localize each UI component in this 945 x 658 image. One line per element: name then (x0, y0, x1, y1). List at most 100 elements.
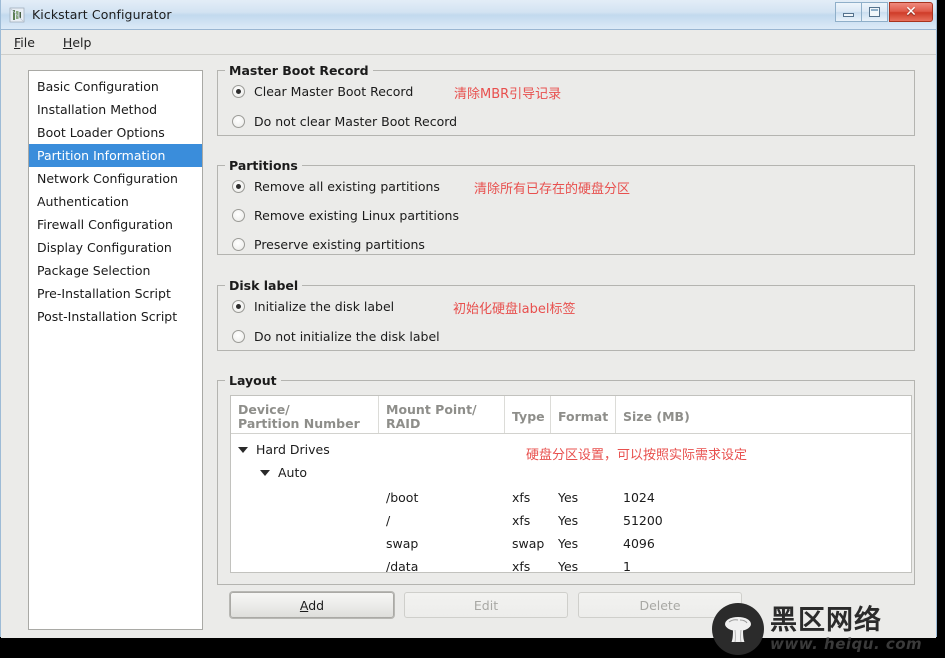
edit-button[interactable]: Edit (404, 592, 568, 618)
cell-type: xfs (512, 513, 531, 528)
radio-label: Preserve existing partitions (254, 236, 425, 252)
radio-label: Remove all existing partitions (254, 178, 440, 194)
watermark-url: www. heiqu. com (770, 634, 923, 653)
column-header-mount-line2: RAID (386, 415, 421, 431)
sidebar-item-boot-loader-options[interactable]: Boot Loader Options (29, 121, 202, 144)
radio-indicator (232, 299, 245, 313)
table-row[interactable]: Auto (231, 461, 911, 484)
expander-triangle-icon[interactable] (238, 446, 248, 453)
radio-label: Initialize the disk label (254, 298, 395, 314)
column-header-format[interactable]: Format (551, 396, 616, 433)
expander-triangle-icon[interactable] (260, 469, 270, 476)
master-boot-record-title: Master Boot Record (225, 63, 373, 78)
column-header-size[interactable]: Size (MB) (616, 396, 911, 433)
annotation-layout: 硬盘分区设置，可以按照实际需求设定 (526, 448, 748, 463)
annotation-disk-label: 初始化硬盘label标签 (453, 302, 576, 317)
radio-label: Do not clear Master Boot Record (254, 113, 458, 129)
minimize-button[interactable] (835, 2, 862, 22)
column-header-mount-point[interactable]: Mount Point/ RAID (379, 396, 505, 433)
disk-label-group: Disk label Initialize the disk label Do … (217, 278, 915, 351)
radio-indicator (232, 84, 245, 98)
sidebar-item-network-configuration[interactable]: Network Configuration (29, 167, 202, 190)
sidebar-item-firewall-configuration[interactable]: Firewall Configuration (29, 213, 202, 236)
cell-type: xfs (512, 490, 531, 505)
window-title: Kickstart Configurator (32, 7, 172, 22)
cell-mount: swap (386, 536, 419, 551)
column-header-format-label: Format (558, 408, 609, 424)
menu-help[interactable]: Help (60, 33, 95, 52)
column-header-mount-line1: Mount Point/ (386, 401, 477, 417)
annotation-mbr: 清除MBR引导记录 (454, 87, 562, 102)
sidebar-item-label: Partition Information (37, 148, 166, 163)
menu-bar: File Help (1, 30, 936, 55)
sidebar-item-installation-method[interactable]: Installation Method (29, 98, 202, 121)
window-controls: ✕ (835, 2, 933, 22)
annotation-partitions: 清除所有已存在的硬盘分区 (474, 182, 631, 197)
table-row[interactable]: /boot xfs Yes 1024 (231, 486, 911, 509)
cell-size: 4096 (623, 536, 655, 551)
application-window: Kickstart Configurator ✕ File Help Basic… (0, 0, 937, 638)
cell-format: Yes (558, 513, 579, 528)
column-header-device-line1: Device/ (238, 401, 290, 417)
cell-mount: / (386, 513, 391, 528)
cell-size: 1024 (623, 490, 655, 505)
sidebar-item-label: Network Configuration (37, 171, 178, 186)
sidebar-item-authentication[interactable]: Authentication (29, 190, 202, 213)
sidebar-item-label: Installation Method (37, 102, 158, 117)
sidebar-item-display-configuration[interactable]: Display Configuration (29, 236, 202, 259)
radio-preserve-partitions[interactable]: Preserve existing partitions (232, 233, 914, 255)
column-header-size-label: Size (MB) (623, 408, 690, 424)
sidebar-item-post-installation-script[interactable]: Post-Installation Script (29, 305, 202, 328)
section-list[interactable]: Basic Configuration Installation Method … (28, 70, 203, 630)
radio-do-not-initialize-disk-label[interactable]: Do not initialize the disk label (232, 325, 914, 347)
sidebar-item-label: Boot Loader Options (37, 125, 165, 140)
partitions-group: Partitions Remove all existing partition… (217, 158, 915, 255)
radio-label: Remove existing Linux partitions (254, 207, 459, 223)
sidebar-item-package-selection[interactable]: Package Selection (29, 259, 202, 282)
edit-button-label: Edit (473, 597, 499, 613)
cell-type: xfs (512, 559, 531, 573)
table-row[interactable]: / xfs Yes 51200 (231, 509, 911, 532)
minimize-icon (843, 12, 854, 17)
cell-type: swap (512, 536, 545, 551)
cell-size: 51200 (623, 513, 663, 528)
radio-indicator (232, 237, 245, 251)
radio-indicator (232, 179, 245, 193)
sidebar-item-partition-information[interactable]: Partition Information (29, 144, 202, 167)
column-header-type-label: Type (512, 408, 545, 424)
column-header-device[interactable]: Device/ Partition Number (231, 396, 379, 433)
master-boot-record-group: Master Boot Record Clear Master Boot Rec… (217, 63, 915, 136)
sidebar-item-label: Display Configuration (37, 240, 172, 255)
menu-file[interactable]: File (11, 33, 38, 52)
cell-format: Yes (558, 536, 579, 551)
column-header-type[interactable]: Type (505, 396, 551, 433)
table-row[interactable]: /data xfs Yes 1 (231, 555, 911, 573)
radio-indicator (232, 329, 245, 343)
column-header-device-line2: Partition Number (238, 415, 360, 431)
radio-remove-linux-partitions[interactable]: Remove existing Linux partitions (232, 204, 914, 226)
radio-indicator (232, 208, 245, 222)
radio-indicator (232, 114, 245, 128)
radio-do-not-clear-mbr[interactable]: Do not clear Master Boot Record (232, 110, 914, 132)
cell-format: Yes (558, 559, 579, 573)
cell-device: Hard Drives (256, 442, 330, 457)
sidebar-item-label: Post-Installation Script (37, 309, 178, 324)
radio-label: Clear Master Boot Record (254, 83, 414, 99)
close-icon: ✕ (905, 4, 917, 20)
cell-size: 1 (623, 559, 631, 573)
cell-device: Auto (278, 465, 308, 480)
maximize-button[interactable] (861, 2, 888, 22)
layout-group: Layout Device/ Partition Number Mount Po… (217, 373, 915, 618)
add-button[interactable]: Add (230, 592, 394, 618)
sidebar-item-basic-configuration[interactable]: Basic Configuration (29, 75, 202, 98)
sidebar-item-label: Basic Configuration (37, 79, 159, 94)
table-row[interactable]: swap swap Yes 4096 (231, 532, 911, 555)
add-button-label: Add (299, 597, 325, 613)
cell-format: Yes (558, 490, 579, 505)
delete-button[interactable]: Delete (578, 592, 742, 618)
sidebar-item-pre-installation-script[interactable]: Pre-Installation Script (29, 282, 202, 305)
close-button[interactable]: ✕ (889, 2, 933, 22)
table-header-row: Device/ Partition Number Mount Point/ RA… (231, 396, 911, 434)
partition-table[interactable]: Device/ Partition Number Mount Point/ RA… (230, 395, 912, 573)
radio-clear-mbr[interactable]: Clear Master Boot Record (232, 80, 914, 102)
